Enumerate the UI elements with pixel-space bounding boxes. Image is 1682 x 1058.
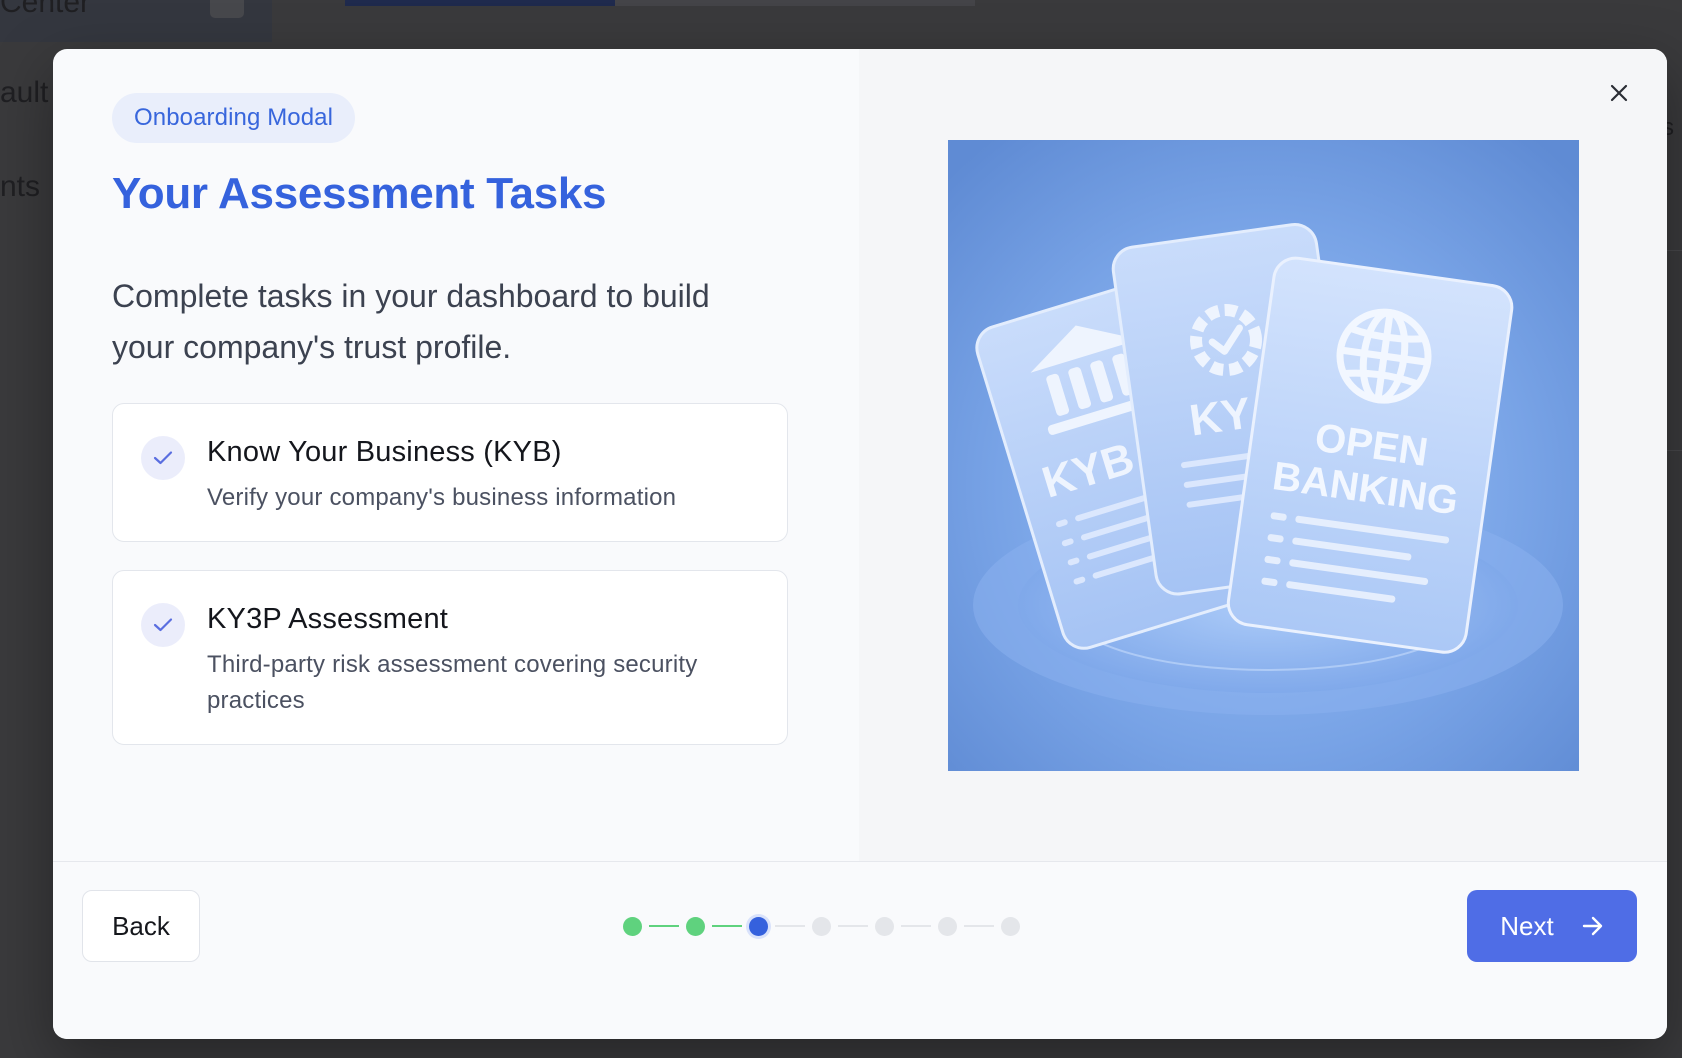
task-card-kyb: Know Your Business (KYB) Verify your com… [112, 403, 788, 542]
bg-sidebar-label: nts [0, 170, 41, 203]
bg-progress-bar [345, 0, 975, 6]
task-title: Know Your Business (KYB) [207, 436, 562, 468]
step-dot [686, 916, 705, 936]
step-connector [775, 925, 805, 927]
step-connector [712, 925, 742, 927]
arrow-right-icon [1582, 916, 1602, 936]
step-connector [838, 925, 868, 927]
step-connector [649, 925, 679, 927]
task-description: Third-party risk assessment covering sec… [207, 651, 698, 714]
task-card-ky3p: KY3P Assessment Third-party risk assessm… [112, 570, 788, 745]
step-dot [623, 916, 642, 936]
step-dot [812, 916, 831, 936]
close-button[interactable] [1601, 75, 1637, 111]
step-dot [938, 916, 957, 936]
assessment-illustration: KYB KY OPEN BANKING [948, 140, 1579, 771]
step-connector [964, 925, 994, 927]
ky-card-label: KY [1187, 389, 1254, 446]
step-dot [875, 916, 894, 936]
check-icon [141, 603, 185, 647]
task-description: Verify your company's business informati… [207, 484, 677, 511]
modal-badge: Onboarding Modal [112, 93, 356, 143]
modal-footer: Back Next [53, 861, 1667, 1039]
step-connector [901, 925, 931, 927]
bg-sidebar-label: Center [0, 0, 91, 19]
next-button-label: Next [1500, 910, 1554, 941]
onboarding-modal: Onboarding Modal Your Assessment Tasks C… [53, 49, 1667, 1039]
bg-sidebar-label: ault [0, 76, 49, 109]
illustration-pane: KYB KY OPEN BANKING [859, 49, 1667, 861]
bg-sidebar-badge [210, 0, 244, 18]
modal-title: Your Assessment Tasks [112, 169, 607, 218]
step-dot [1001, 916, 1020, 936]
modal-content: Onboarding Modal Your Assessment Tasks C… [53, 49, 859, 861]
step-indicator [623, 916, 1020, 936]
modal-intro: Complete tasks in your dashboard to buil… [112, 278, 710, 365]
task-title: KY3P Assessment [207, 603, 449, 635]
check-icon [141, 436, 185, 480]
back-button[interactable]: Back [82, 890, 200, 962]
next-button[interactable]: Next [1467, 890, 1637, 962]
step-dot-current [749, 916, 768, 936]
close-icon [1610, 84, 1628, 102]
open-banking-card: OPEN BANKING [1226, 256, 1514, 654]
